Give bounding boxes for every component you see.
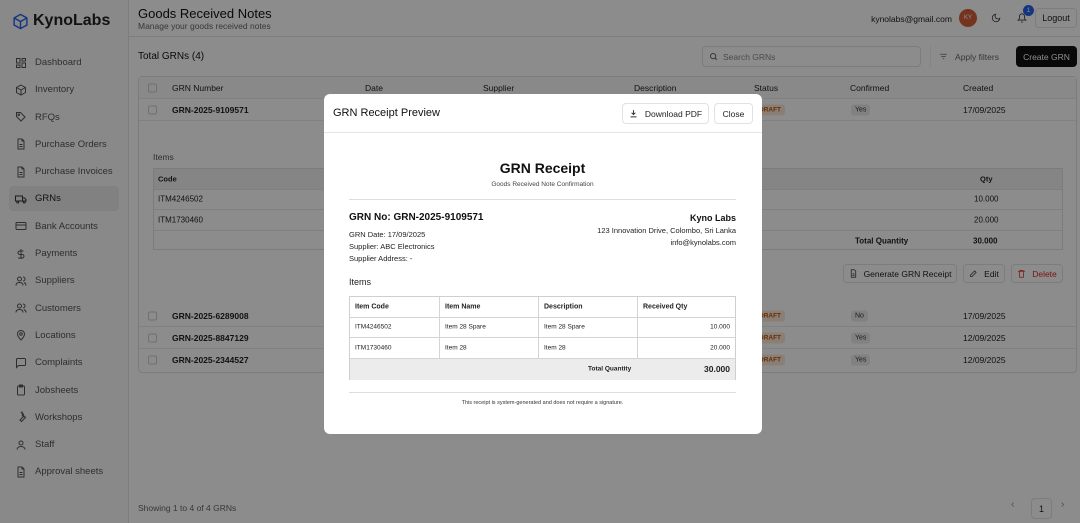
receipt-title: GRN Receipt <box>499 160 586 176</box>
download-icon <box>630 110 637 118</box>
receipt-header-item-code: Item Code <box>355 303 389 311</box>
receipt-company-name: Kyno Labs <box>689 213 736 223</box>
receipt-footer-divider <box>349 392 736 393</box>
receipt-divider <box>349 199 736 200</box>
receipt-items-table: Item Code Item Name Description Received… <box>349 296 736 380</box>
receipt-item-name: Item 28 <box>445 344 467 352</box>
receipt-supplier-address: Supplier Address: - <box>349 254 413 263</box>
receipt-item-description: Item 28 <box>544 344 566 352</box>
receipt-header-item-name: Item Name <box>445 303 481 311</box>
receipt-item-code: ITM1730460 <box>355 344 392 352</box>
grn-receipt-preview-modal: GRN Receipt Preview Download PDF Close G… <box>324 94 762 434</box>
receipt-grn-date: GRN Date: 17/09/2025 <box>349 230 426 239</box>
modal-title: GRN Receipt Preview <box>333 107 440 119</box>
receipt-company-address: 123 Innovation Drive, Colombo, Sri Lanka <box>597 226 736 235</box>
download-pdf-label: Download PDF <box>644 108 703 119</box>
receipt-footer-note: This receipt is system-generated and doe… <box>461 400 624 406</box>
receipt-item-description: Item 28 Spare <box>544 323 585 331</box>
close-button[interactable]: Close <box>714 103 753 124</box>
receipt-supplier: Supplier: ABC Electronics <box>349 242 435 251</box>
table-row: ITM1730460 Item 28 Item 28 20.000 <box>350 338 735 359</box>
receipt-total-value: 30.000 <box>704 364 730 375</box>
receipt-subtitle: Goods Received Note Confirmation <box>491 181 594 188</box>
receipt-header-received-qty: Received Qty <box>643 303 688 311</box>
receipt-table-header-row: Item Code Item Name Description Received… <box>350 297 735 318</box>
receipt-header-description: Description <box>544 303 583 311</box>
receipt-total-row: Total Quantity 30.000 <box>350 358 735 380</box>
receipt-item-qty: 20.000 <box>710 344 730 352</box>
receipt-item-code: ITM4246502 <box>355 323 392 331</box>
receipt-items-label: Items <box>349 277 372 287</box>
receipt-grn-number: GRN No: GRN-2025-9109571 <box>349 212 484 223</box>
receipt-item-qty: 10.000 <box>710 323 730 331</box>
modal-header: GRN Receipt Preview Download PDF Close <box>324 94 762 133</box>
table-row: ITM4246502 Item 28 Spare Item 28 Spare 1… <box>350 318 735 338</box>
receipt-company-email: info@kynolabs.com <box>670 238 736 247</box>
receipt-item-name: Item 28 Spare <box>445 323 486 331</box>
download-pdf-button[interactable]: Download PDF <box>622 103 709 124</box>
receipt-total-label: Total Quantity <box>588 365 632 373</box>
